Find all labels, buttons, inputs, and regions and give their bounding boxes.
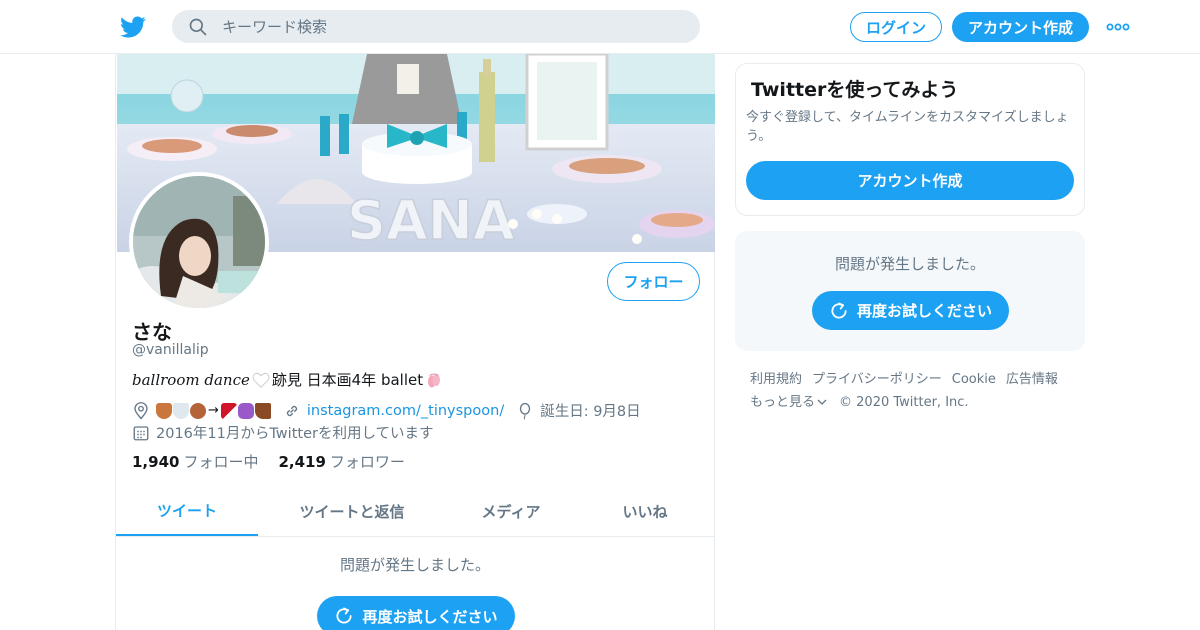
tab-tweets-and-replies[interactable]: ツイートと返信 (258, 486, 446, 536)
sidebar-error-card: 問題が発生しました。 再度お試しください (735, 231, 1085, 351)
followers-count: 2,419 (278, 453, 326, 471)
following-count: 1,940 (132, 453, 180, 471)
refresh-icon (336, 607, 353, 624)
profile-bio: ballroom dance 跡見 日本画4年 ballet (132, 369, 443, 390)
profile-avatar[interactable] (129, 172, 269, 312)
follow-button[interactable]: フォロー (607, 262, 700, 301)
purse-emoji (237, 402, 254, 419)
profile-meta-row: → instagram.com/_tinyspoon/ 誕生日: 9月8日 (132, 400, 641, 421)
sidebar-retry-label: 再度お試しください (856, 302, 992, 320)
profile-location: → (156, 402, 271, 419)
twitter-bird-icon[interactable] (120, 14, 146, 40)
profile-stats: 1,940 フォロー中 2,419 フォロワー (132, 451, 405, 472)
signup-button[interactable]: アカウント作成 (952, 12, 1089, 42)
chevron-down-icon[interactable] (817, 398, 827, 406)
sidebar-retry-button[interactable]: 再度お試しください (812, 291, 1009, 330)
refresh-icon (831, 302, 847, 319)
search-input[interactable] (222, 16, 682, 38)
tab-media[interactable]: メディア (446, 486, 576, 536)
following-label: フォロー中 (183, 453, 259, 471)
bio-italic-text: ballroom dance (132, 370, 250, 389)
ballet-shoes-icon (428, 373, 441, 387)
bathtub-emoji (173, 402, 189, 419)
balloon-icon (520, 402, 531, 420)
signup-card: Twitterを使ってみよう 今すぐ登録して、タイムラインをカスタマイズしましょ… (735, 63, 1085, 216)
profile-name: さな (132, 320, 172, 344)
profile-tabs: ツイート ツイートと返信 メディア いいね (116, 486, 714, 537)
search-bar[interactable] (172, 10, 700, 43)
timeline-retry-label: 再度お試しください (362, 607, 498, 626)
sidebar-footer: 利用規約 プライバシーポリシー Cookie 広告情報 もっと見る © 2020 Twi… (750, 368, 1080, 414)
profile-column: SANA フォロー さな @vanillalip ballroom dance … (115, 54, 715, 630)
timeline-error-message: 問題が発生しました。 (339, 556, 490, 574)
bio-text: 跡見 日本画4年 ballet (271, 371, 424, 389)
signup-card-description: 今すぐ登録して、タイムラインをカスタマイズしましょう。 (746, 110, 1069, 144)
timeline-retry-button[interactable]: 再度お試しください (317, 596, 515, 630)
login-button[interactable]: ログイン (850, 12, 942, 42)
location-icon (134, 401, 148, 420)
profile-website-link[interactable]: instagram.com/_tinyspoon/ (307, 403, 504, 419)
more-options-icon[interactable] (1106, 18, 1130, 36)
footer-link-ads[interactable]: 広告情報 (1006, 372, 1058, 387)
profile-birthday: 誕生日: 9月8日 (540, 404, 641, 420)
sidebar-error-message: 問題が発生しました。 (834, 255, 985, 273)
tab-tweets[interactable]: ツイート (116, 486, 258, 536)
footer-more-link[interactable]: もっと見る (750, 395, 815, 410)
footer-link-terms[interactable]: 利用規約 (750, 372, 802, 387)
high-heel-emoji (220, 402, 237, 419)
followers-stat[interactable]: 2,419 フォロワー (278, 451, 404, 472)
followers-label: フォロワー (329, 453, 405, 471)
white-heart-icon (252, 372, 270, 388)
profile-joined-date: 2016年11月からTwitterを利用しています (156, 426, 434, 442)
top-navigation-bar: ログイン アカウント作成 (0, 0, 1200, 54)
banner-sana-letters: SANA (347, 189, 515, 252)
tab-likes[interactable]: いいね (576, 486, 714, 536)
boot-emoji (254, 402, 271, 419)
footer-copyright: © 2020 Twitter, Inc. (839, 395, 969, 410)
calendar-icon (133, 425, 149, 440)
basket-emoji (156, 402, 172, 419)
signup-card-button[interactable]: アカウント作成 (746, 161, 1074, 200)
link-icon (286, 405, 298, 416)
teddy-bear-emoji (190, 402, 206, 419)
search-icon (189, 18, 207, 36)
footer-links-row: 利用規約 プライバシーポリシー Cookie 広告情報 (750, 368, 1080, 391)
profile-handle[interactable]: @vanillalip (132, 342, 209, 358)
signup-card-title: Twitterを使ってみよう (751, 79, 959, 101)
footer-second-row: もっと見る © 2020 Twitter, Inc. (750, 391, 1080, 414)
footer-link-cookie[interactable]: Cookie (952, 372, 996, 387)
following-stat[interactable]: 1,940 フォロー中 (132, 451, 258, 472)
footer-link-privacy[interactable]: プライバシーポリシー (812, 372, 942, 387)
profile-joined-row: 2016年11月からTwitterを利用しています (132, 422, 434, 443)
arrow-text: → (208, 403, 219, 418)
